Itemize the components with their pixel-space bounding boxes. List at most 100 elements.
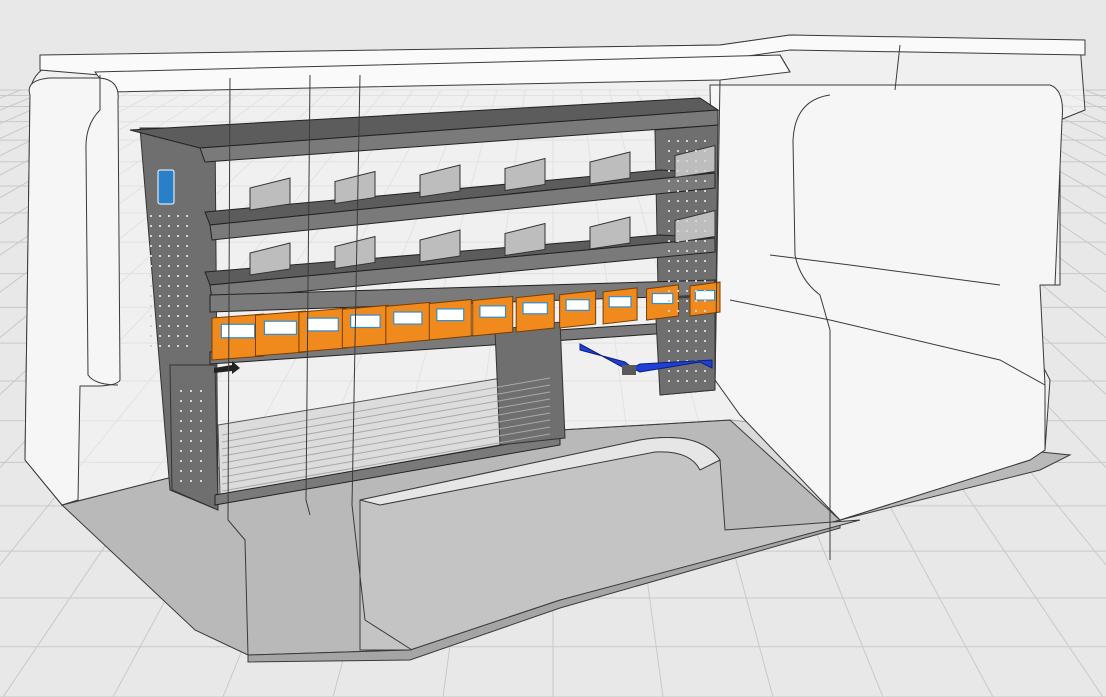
perforation <box>677 190 679 192</box>
storage-bin[interactable] <box>515 293 555 333</box>
perforation <box>168 225 170 227</box>
perforation <box>180 470 182 472</box>
perforation <box>704 210 706 212</box>
perforation <box>677 150 679 152</box>
storage-bin[interactable] <box>341 304 389 349</box>
perforation <box>677 260 679 262</box>
perforation <box>686 210 688 212</box>
perforation <box>668 360 670 362</box>
perforation <box>177 345 179 347</box>
perforation <box>668 340 670 342</box>
perforation <box>704 300 706 302</box>
van-racking-3d-scene[interactable] <box>0 0 1106 697</box>
bin-label <box>608 296 632 308</box>
perforation <box>677 180 679 182</box>
grid-line <box>1056 89 1106 111</box>
storage-bin[interactable] <box>298 307 348 353</box>
storage-bin[interactable] <box>428 298 472 341</box>
perforation <box>704 230 706 232</box>
perforation <box>186 275 188 277</box>
perforation <box>177 235 179 237</box>
perforation <box>686 350 688 352</box>
perforation <box>695 140 697 142</box>
perforation <box>159 255 161 257</box>
perforation <box>186 295 188 297</box>
perforation <box>159 315 161 317</box>
perforation <box>695 200 697 202</box>
perforation <box>695 340 697 342</box>
perforation <box>704 170 706 172</box>
perforation <box>686 160 688 162</box>
perforation <box>200 430 202 432</box>
perforation <box>186 305 188 307</box>
perforation <box>186 345 188 347</box>
perforation <box>200 480 202 482</box>
perforation <box>159 235 161 237</box>
perforation <box>180 460 182 462</box>
brand-logo-icon <box>157 169 175 205</box>
storage-bin[interactable] <box>385 301 431 345</box>
perforation <box>704 380 706 382</box>
perforation <box>668 310 670 312</box>
perforation <box>686 170 688 172</box>
perforation <box>159 275 161 277</box>
perforation <box>695 160 697 162</box>
perforation <box>677 300 679 302</box>
storage-bin[interactable] <box>646 284 680 321</box>
perforation <box>704 270 706 272</box>
perforation <box>177 285 179 287</box>
bin-label <box>263 320 298 335</box>
perforation <box>704 200 706 202</box>
perforation <box>695 290 697 292</box>
perforation <box>668 320 670 322</box>
perforation <box>168 345 170 347</box>
3d-viewport[interactable] <box>0 0 1106 697</box>
storage-bin[interactable] <box>559 290 597 329</box>
perforation <box>668 200 670 202</box>
perforation <box>177 225 179 227</box>
perforation <box>190 480 192 482</box>
perforation <box>186 245 188 247</box>
perforation <box>695 330 697 332</box>
perforation <box>686 280 688 282</box>
perforation <box>704 250 706 252</box>
perforation <box>668 170 670 172</box>
perforation <box>677 240 679 242</box>
perforation <box>677 270 679 272</box>
perforation <box>695 300 697 302</box>
perforation <box>677 200 679 202</box>
perforation <box>180 400 182 402</box>
perforation <box>677 380 679 382</box>
perforation <box>686 250 688 252</box>
grid-line <box>0 89 22 99</box>
storage-bin[interactable] <box>602 287 638 325</box>
storage-bin[interactable] <box>254 310 306 357</box>
perforation <box>186 235 188 237</box>
lower-left-panel <box>169 364 219 511</box>
perforation <box>677 340 679 342</box>
perforation <box>150 265 152 267</box>
perforation <box>695 210 697 212</box>
perforation <box>150 335 152 337</box>
storage-bin[interactable] <box>472 295 514 337</box>
perforation <box>180 420 182 422</box>
perforation <box>668 270 670 272</box>
perforation <box>704 350 706 352</box>
perforation <box>668 330 670 332</box>
perforation <box>150 295 152 297</box>
perforation <box>704 180 706 182</box>
perforation <box>677 280 679 282</box>
bin-label <box>220 323 256 339</box>
perforation <box>668 370 670 372</box>
perforation <box>190 470 192 472</box>
perforation <box>159 285 161 287</box>
perforation <box>168 295 170 297</box>
perforation <box>686 310 688 312</box>
perforation <box>686 320 688 322</box>
perforation <box>677 290 679 292</box>
perforation <box>677 250 679 252</box>
perforation <box>186 335 188 337</box>
perforation <box>186 265 188 267</box>
strap-buckle-icon <box>622 365 636 375</box>
perforation <box>704 150 706 152</box>
